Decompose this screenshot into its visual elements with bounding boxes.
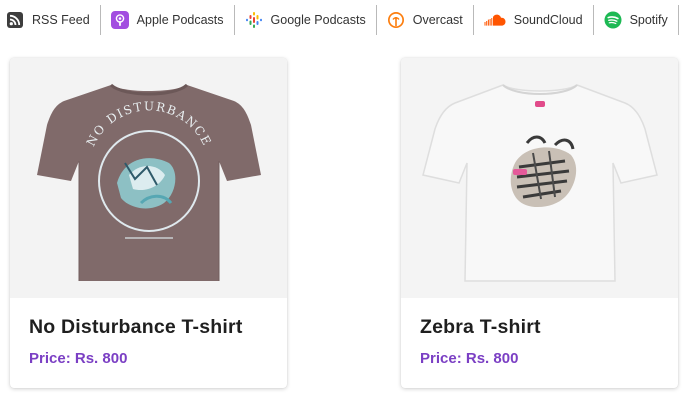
google-podcasts-link[interactable]: Google Podcasts bbox=[245, 0, 366, 40]
spotify-label: Spotify bbox=[629, 13, 668, 27]
price-value: Rs. 800 bbox=[465, 350, 519, 367]
rss-icon bbox=[6, 11, 24, 29]
overcast-icon bbox=[387, 11, 405, 29]
price-label: Price: bbox=[420, 350, 462, 367]
price-value: Rs. 800 bbox=[74, 350, 128, 367]
apple-podcasts-icon bbox=[110, 11, 129, 29]
apple-podcasts-link[interactable]: Apple Podcasts bbox=[110, 0, 224, 40]
soundcloud-link[interactable]: SoundCloud bbox=[484, 0, 583, 40]
divider bbox=[233, 5, 235, 35]
white-tshirt-image bbox=[421, 84, 658, 282]
product-card-no-disturbance[interactable]: NO DISTURBANCE No Disturbance T-shirt Pr… bbox=[10, 58, 287, 388]
divider bbox=[677, 5, 679, 35]
rss-feed-label: RSS Feed bbox=[32, 13, 90, 27]
google-podcasts-label: Google Podcasts bbox=[270, 13, 366, 27]
product-title[interactable]: Zebra T-shirt bbox=[420, 316, 541, 339]
product-image[interactable]: NO DISTURBANCE bbox=[10, 58, 287, 298]
brown-tshirt-image: NO DISTURBANCE bbox=[36, 83, 261, 281]
soundcloud-label: SoundCloud bbox=[513, 13, 583, 27]
product-image[interactable] bbox=[401, 58, 678, 298]
price-label: Price: bbox=[29, 350, 71, 367]
product-price: Price: Rs. 800 bbox=[420, 350, 518, 367]
soundcloud-icon bbox=[484, 11, 506, 29]
rss-feed-link[interactable]: RSS Feed bbox=[6, 0, 90, 40]
google-podcasts-icon bbox=[245, 11, 263, 29]
overcast-link[interactable]: Overcast bbox=[387, 0, 463, 40]
divider bbox=[99, 5, 101, 35]
divider bbox=[472, 5, 474, 35]
divider bbox=[375, 5, 377, 35]
spotify-icon bbox=[604, 11, 622, 29]
spotify-link[interactable]: Spotify bbox=[604, 0, 668, 40]
divider bbox=[592, 5, 594, 35]
podcast-links-bar: RSS Feed Apple Podcasts Google Podcasts bbox=[0, 0, 700, 40]
product-title[interactable]: No Disturbance T-shirt bbox=[29, 316, 243, 339]
product-card-zebra[interactable]: Zebra T-shirt Price: Rs. 800 bbox=[401, 58, 678, 388]
apple-podcasts-label: Apple Podcasts bbox=[136, 13, 224, 27]
product-price: Price: Rs. 800 bbox=[29, 350, 127, 367]
overcast-label: Overcast bbox=[412, 13, 463, 27]
